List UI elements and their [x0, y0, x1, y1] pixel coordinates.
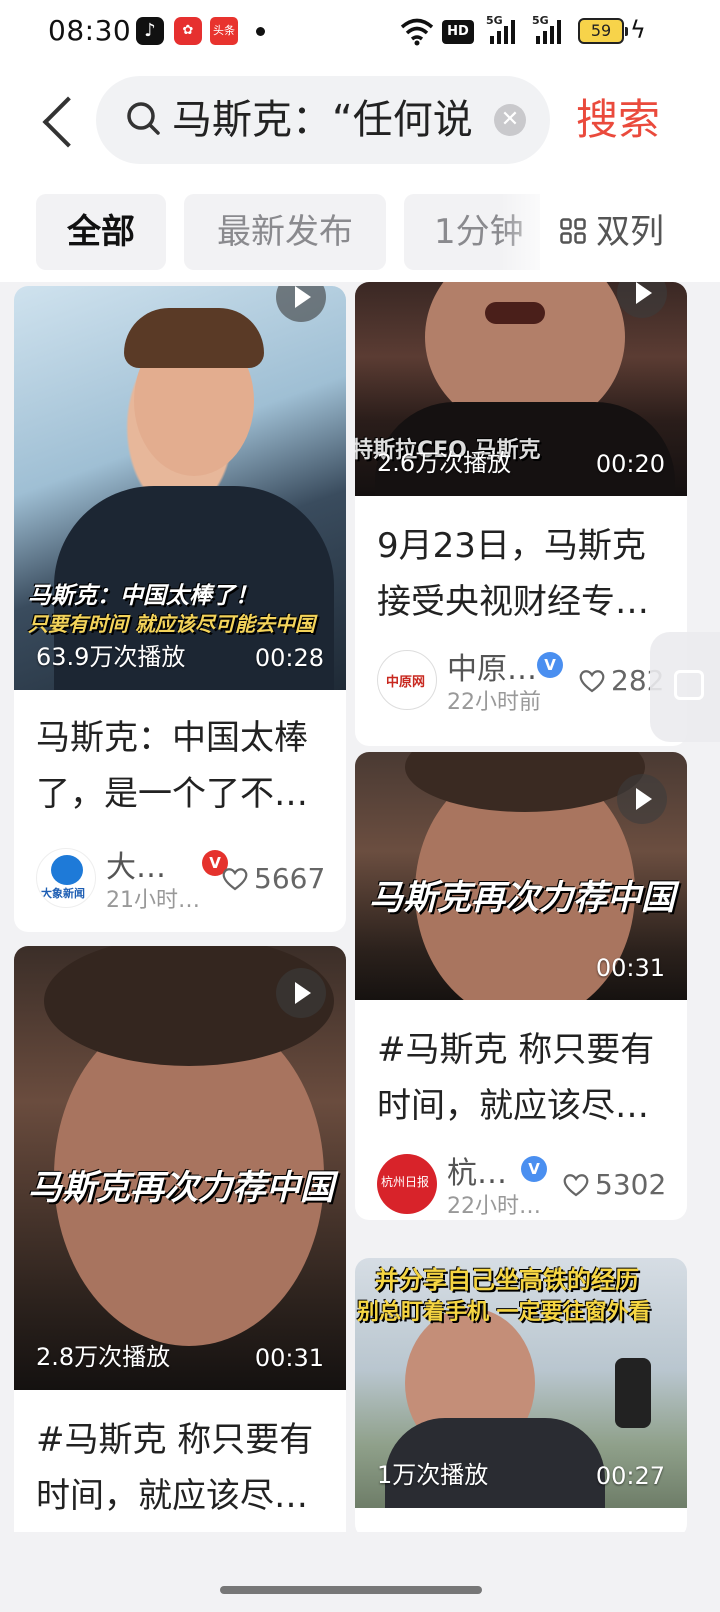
video-thumbnail[interactable]: 马斯克：中国太棒了！ 只要有时间 就应该尽可能去中国 63.9万次播放 00:2…: [14, 286, 346, 690]
video-duration: 00:27: [595, 1462, 665, 1490]
video-card[interactable]: 并分享自己坐高铁的经历 别总盯着手机 一定要往窗外看 1万次播放 00:27: [355, 1258, 687, 1532]
video-title[interactable]: #马斯克 称只要有时间，就应该尽…: [377, 1022, 667, 1134]
person-hair: [124, 308, 264, 368]
signal-icon: 5G: [486, 14, 520, 46]
post-time: 22小时…: [447, 1194, 541, 1219]
like-count: 5667: [254, 862, 326, 895]
view-count: 2.8万次播放: [36, 1343, 171, 1371]
layout-toggle-button[interactable]: 双列: [540, 194, 720, 270]
wifi-icon: [400, 18, 434, 46]
video-caption: 别总盯着手机 一定要往窗外看: [357, 1300, 651, 1325]
search-icon: [127, 102, 160, 135]
video-caption: 马斯克再次力荐中国: [369, 878, 675, 918]
like-button[interactable]: 5667: [222, 862, 325, 895]
search-header: 马斯克：“任何说 ✕ 搜索: [0, 66, 720, 176]
author-name[interactable]: 中原…: [447, 644, 537, 688]
heart-icon: [222, 868, 248, 891]
person-hair: [405, 752, 645, 812]
view-count: 63.9万次播放: [36, 643, 186, 671]
heart-icon: [563, 1174, 589, 1197]
back-button[interactable]: [32, 94, 82, 152]
video-duration: 00:20: [595, 450, 665, 478]
video-thumbnail[interactable]: 并分享自己坐高铁的经历 别总盯着手机 一定要往窗外看 1万次播放 00:27: [355, 1258, 687, 1508]
grid-icon: [560, 218, 586, 244]
post-time: 22小时前: [447, 690, 541, 715]
play-icon: [617, 282, 667, 318]
hd-voice-icon: HD: [442, 20, 474, 44]
video-thumbnail[interactable]: 马斯克再次力荐中国 00:31: [355, 752, 687, 1000]
play-icon: [276, 968, 326, 1018]
search-input[interactable]: 马斯克：“任何说 ✕: [96, 76, 550, 164]
video-thumbnail[interactable]: 马斯克再次力荐中国 2.8万次播放 00:31: [14, 946, 346, 1390]
signal-icon: 5G: [532, 14, 566, 46]
phone-prop: [615, 1358, 651, 1428]
video-duration: 00:31: [254, 1344, 324, 1372]
video-title[interactable]: #马斯克 称只要有时间，就应该尽…: [36, 1412, 336, 1524]
clock: 08:30: [48, 14, 132, 47]
avatar[interactable]: 杭州日报: [377, 1154, 437, 1214]
clear-search-button[interactable]: ✕: [494, 104, 526, 136]
charging-icon: ϟ: [630, 16, 646, 44]
search-query[interactable]: 马斯克：“任何说: [172, 92, 492, 148]
view-count: 2.6万次播放: [377, 449, 512, 477]
video-card[interactable]: 马斯克再次力荐中国 2.8万次播放 00:31 #马斯克 称只要有时间，就应该尽…: [14, 946, 346, 1532]
video-card[interactable]: 特斯拉CEO 马斯克 2.6万次播放 00:20 9月23日，马斯克接受央视财经…: [355, 282, 687, 746]
person-mouth: [485, 302, 545, 324]
video-feed: 马斯克：中国太棒了！ 只要有时间 就应该尽可能去中国 63.9万次播放 00:2…: [0, 282, 720, 1532]
video-card[interactable]: 马斯克：中国太棒了！ 只要有时间 就应该尽可能去中国 63.9万次播放 00:2…: [14, 286, 346, 932]
video-duration: 00:31: [595, 954, 665, 982]
toutiao-icon: 头条: [210, 17, 238, 45]
heart-icon: [579, 670, 605, 693]
video-caption: 马斯克：中国太棒了！: [28, 583, 258, 609]
battery-icon: 59: [578, 18, 628, 44]
video-title[interactable]: 马斯克：中国太棒了，是一个了不…: [36, 710, 336, 822]
video-caption: 只要有时间 就应该尽可能去中国: [28, 612, 315, 636]
filter-all[interactable]: 全部: [36, 194, 166, 270]
filter-bar: 全部 最新发布 1分钟 双列: [0, 176, 720, 282]
filter-latest[interactable]: 最新发布: [184, 194, 386, 270]
video-title[interactable]: 9月23日，马斯克接受央视财经专…: [377, 518, 667, 630]
like-button[interactable]: 5302: [563, 1168, 666, 1201]
play-icon: [617, 774, 667, 824]
home-indicator[interactable]: [220, 1586, 482, 1594]
floating-side-button[interactable]: [650, 632, 720, 742]
xiaohongshu-icon: ✿: [174, 17, 202, 45]
author-name[interactable]: 杭…: [447, 1148, 507, 1192]
view-count: 1万次播放: [377, 1461, 489, 1489]
search-button[interactable]: 搜索: [576, 92, 660, 148]
verified-badge-icon: V: [537, 652, 563, 678]
tiktok-icon: ♪: [136, 17, 164, 45]
play-icon: [276, 286, 326, 322]
layout-toggle-label: 双列: [596, 212, 664, 252]
car-icon: [674, 670, 704, 700]
status-bar: 08:30 ♪ ✿ 头条 HD 5G 5G 59 ϟ: [0, 0, 720, 66]
video-caption: 并分享自己坐高铁的经历: [375, 1266, 639, 1294]
author-name[interactable]: 大…: [106, 842, 166, 886]
notification-dot-icon: [256, 27, 265, 36]
avatar[interactable]: 中原网: [377, 650, 437, 710]
video-thumbnail[interactable]: 特斯拉CEO 马斯克 2.6万次播放 00:20: [355, 282, 687, 496]
like-count: 5302: [595, 1168, 667, 1201]
avatar[interactable]: 大象新闻: [36, 848, 96, 908]
video-caption: 马斯克再次力荐中国: [28, 1168, 334, 1208]
video-duration: 00:28: [254, 644, 324, 672]
video-card[interactable]: 马斯克再次力荐中国 00:31 #马斯克 称只要有时间，就应该尽… 杭州日报 杭…: [355, 752, 687, 1220]
verified-badge-icon: V: [521, 1156, 547, 1182]
post-time: 21小时…: [106, 888, 200, 913]
